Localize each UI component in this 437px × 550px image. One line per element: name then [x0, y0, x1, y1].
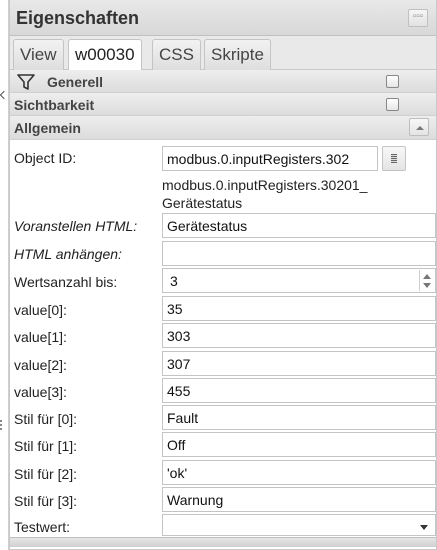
object-id-label: Object ID:: [14, 150, 77, 166]
section-sichtbarkeit[interactable]: Sichtbarkeit: [10, 93, 436, 116]
tab-view[interactable]: View: [13, 39, 64, 70]
tab-scripts[interactable]: Skripte: [204, 39, 271, 70]
section-label: Allgemein: [14, 120, 81, 136]
prepend-html-label: Voranstellen HTML:: [14, 218, 138, 234]
section-checkbox[interactable]: [386, 75, 399, 88]
value-count-label: Wertsanzahl bis:: [14, 274, 118, 290]
test-value-label: Testwert:: [14, 519, 71, 535]
value2-label: value[2]:: [14, 357, 67, 373]
chevron-left-icon[interactable]: [0, 90, 9, 100]
stepper-down-icon[interactable]: [423, 283, 431, 288]
tab-bar: View w00030 CSS Skripte: [10, 36, 436, 71]
prepend-html-input[interactable]: Gerätestatus: [162, 213, 436, 238]
value0-input[interactable]: 35: [162, 296, 436, 321]
append-html-input[interactable]: [162, 241, 436, 266]
horizontal-scrollbar[interactable]: [10, 537, 436, 547]
style1-input[interactable]: Off: [162, 432, 436, 457]
style3-label: Stil für [3]:: [14, 493, 78, 509]
section-label: Sichtbarkeit: [14, 97, 95, 113]
stepper-arrows[interactable]: [419, 270, 433, 291]
style2-input[interactable]: 'ok': [162, 460, 436, 485]
test-value-select[interactable]: [162, 514, 436, 536]
value-count-value: 3: [170, 273, 178, 289]
style1-label: Stil für [1]:: [14, 438, 78, 454]
object-id-caption: modbus.0.inputRegisters.30201_ Gerätesta…: [162, 176, 367, 212]
value0-label: value[0]:: [14, 302, 67, 318]
stepper-up-icon[interactable]: [423, 274, 431, 279]
append-html-label: HTML anhängen:: [14, 246, 122, 262]
value-count-stepper[interactable]: 3: [162, 268, 436, 293]
value3-label: value[3]:: [14, 384, 67, 400]
tab-widget[interactable]: w00030: [68, 39, 142, 71]
section-generell[interactable]: Generell: [10, 70, 436, 93]
section-checkbox[interactable]: [386, 98, 399, 111]
style0-input[interactable]: Fault: [162, 405, 436, 430]
value3-input[interactable]: 455: [162, 378, 436, 403]
section-allgemein[interactable]: Allgemein: [10, 116, 436, 140]
object-browser-button[interactable]: [382, 146, 406, 171]
resize-handle[interactable]: [0, 420, 4, 430]
style2-label: Stil für [2]:: [14, 466, 78, 482]
object-id-input[interactable]: modbus.0.inputRegisters.302: [162, 146, 378, 171]
value2-input[interactable]: 307: [162, 351, 436, 376]
style3-input[interactable]: Warnung: [162, 487, 436, 512]
panel-header: Eigenschaften ▫▫▫: [10, 0, 436, 36]
properties-panel: Eigenschaften ▫▫▫ View w00030 CSS Skript…: [9, 0, 437, 550]
object-id-caption-line1: modbus.0.inputRegisters.30201_: [162, 177, 368, 193]
panel-menu-button[interactable]: ▫▫▫: [408, 9, 428, 27]
style0-label: Stil für [0]:: [14, 411, 78, 427]
panel-title: Eigenschaften: [16, 8, 140, 28]
value1-label: value[1]:: [14, 329, 67, 345]
value1-input[interactable]: 303: [162, 323, 436, 348]
section-label: Generell: [47, 74, 104, 90]
left-panel-edge: [0, 0, 9, 550]
collapse-button[interactable]: [409, 118, 429, 136]
chevron-down-icon: [420, 525, 428, 530]
filter-icon: [17, 74, 35, 90]
tab-css[interactable]: CSS: [152, 39, 201, 70]
object-id-caption-line2: Gerätestatus: [162, 195, 243, 211]
dots-icon: ▫▫▫: [412, 11, 424, 22]
